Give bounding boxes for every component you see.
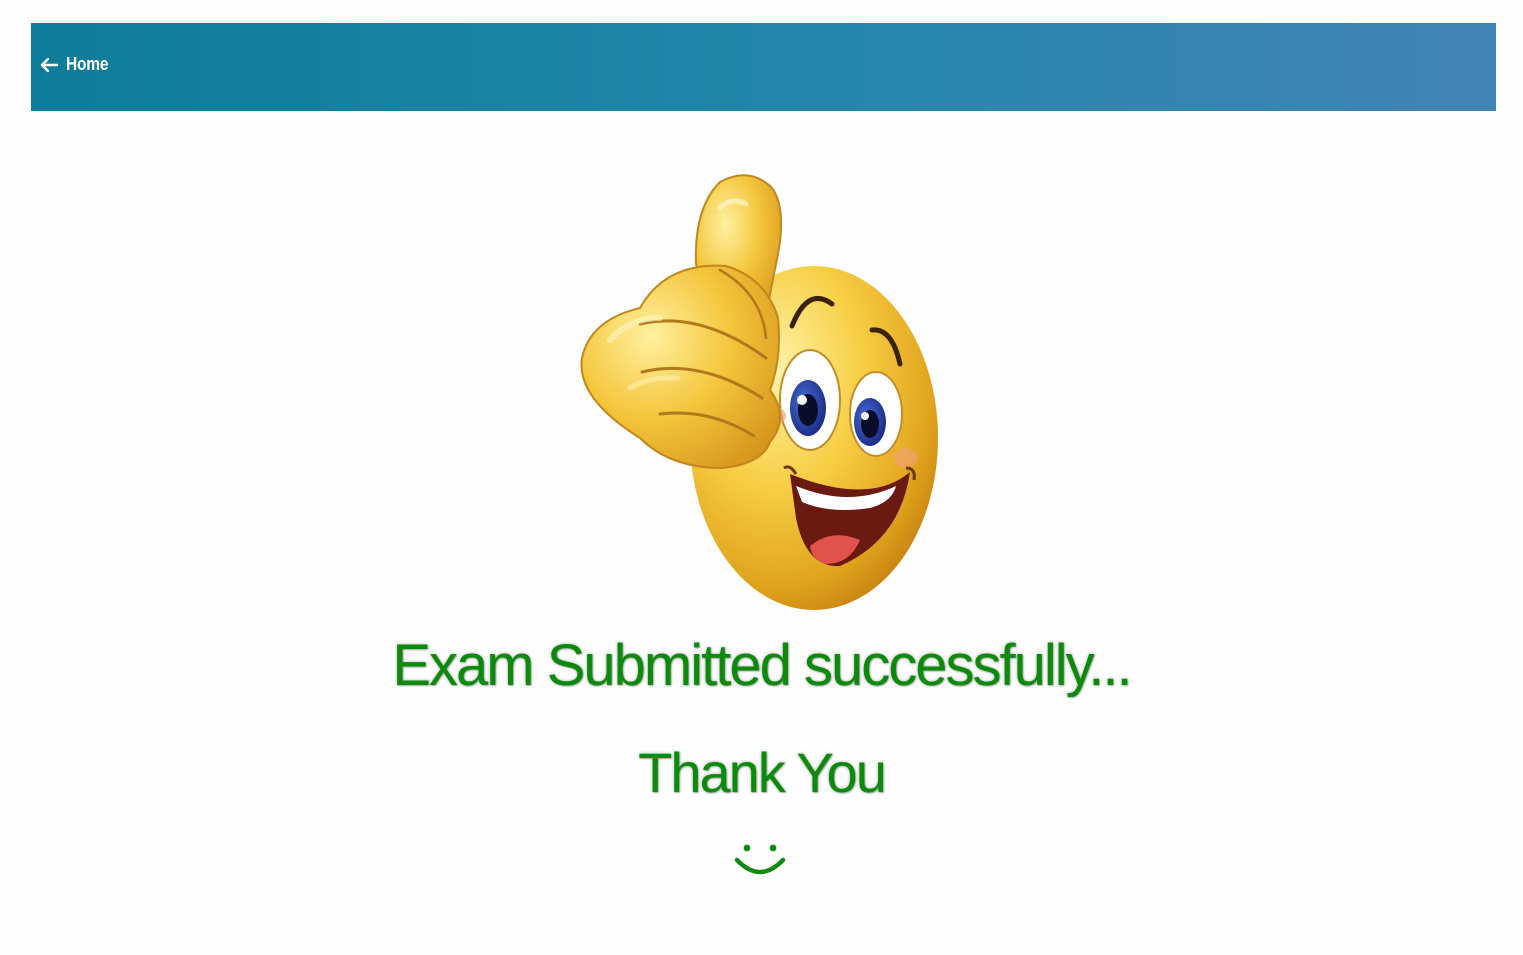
- top-app-bar: Home: [31, 23, 1496, 111]
- smiley-icon: [732, 840, 788, 880]
- thank-you-message: Thank You: [638, 741, 887, 804]
- thumbs-up-smiley-icon: [570, 168, 950, 618]
- home-back-button[interactable]: Home: [39, 54, 115, 75]
- back-arrow-icon: [39, 57, 59, 73]
- home-label: Home: [66, 54, 109, 74]
- success-message: Exam Submitted successfully...: [392, 633, 1132, 698]
